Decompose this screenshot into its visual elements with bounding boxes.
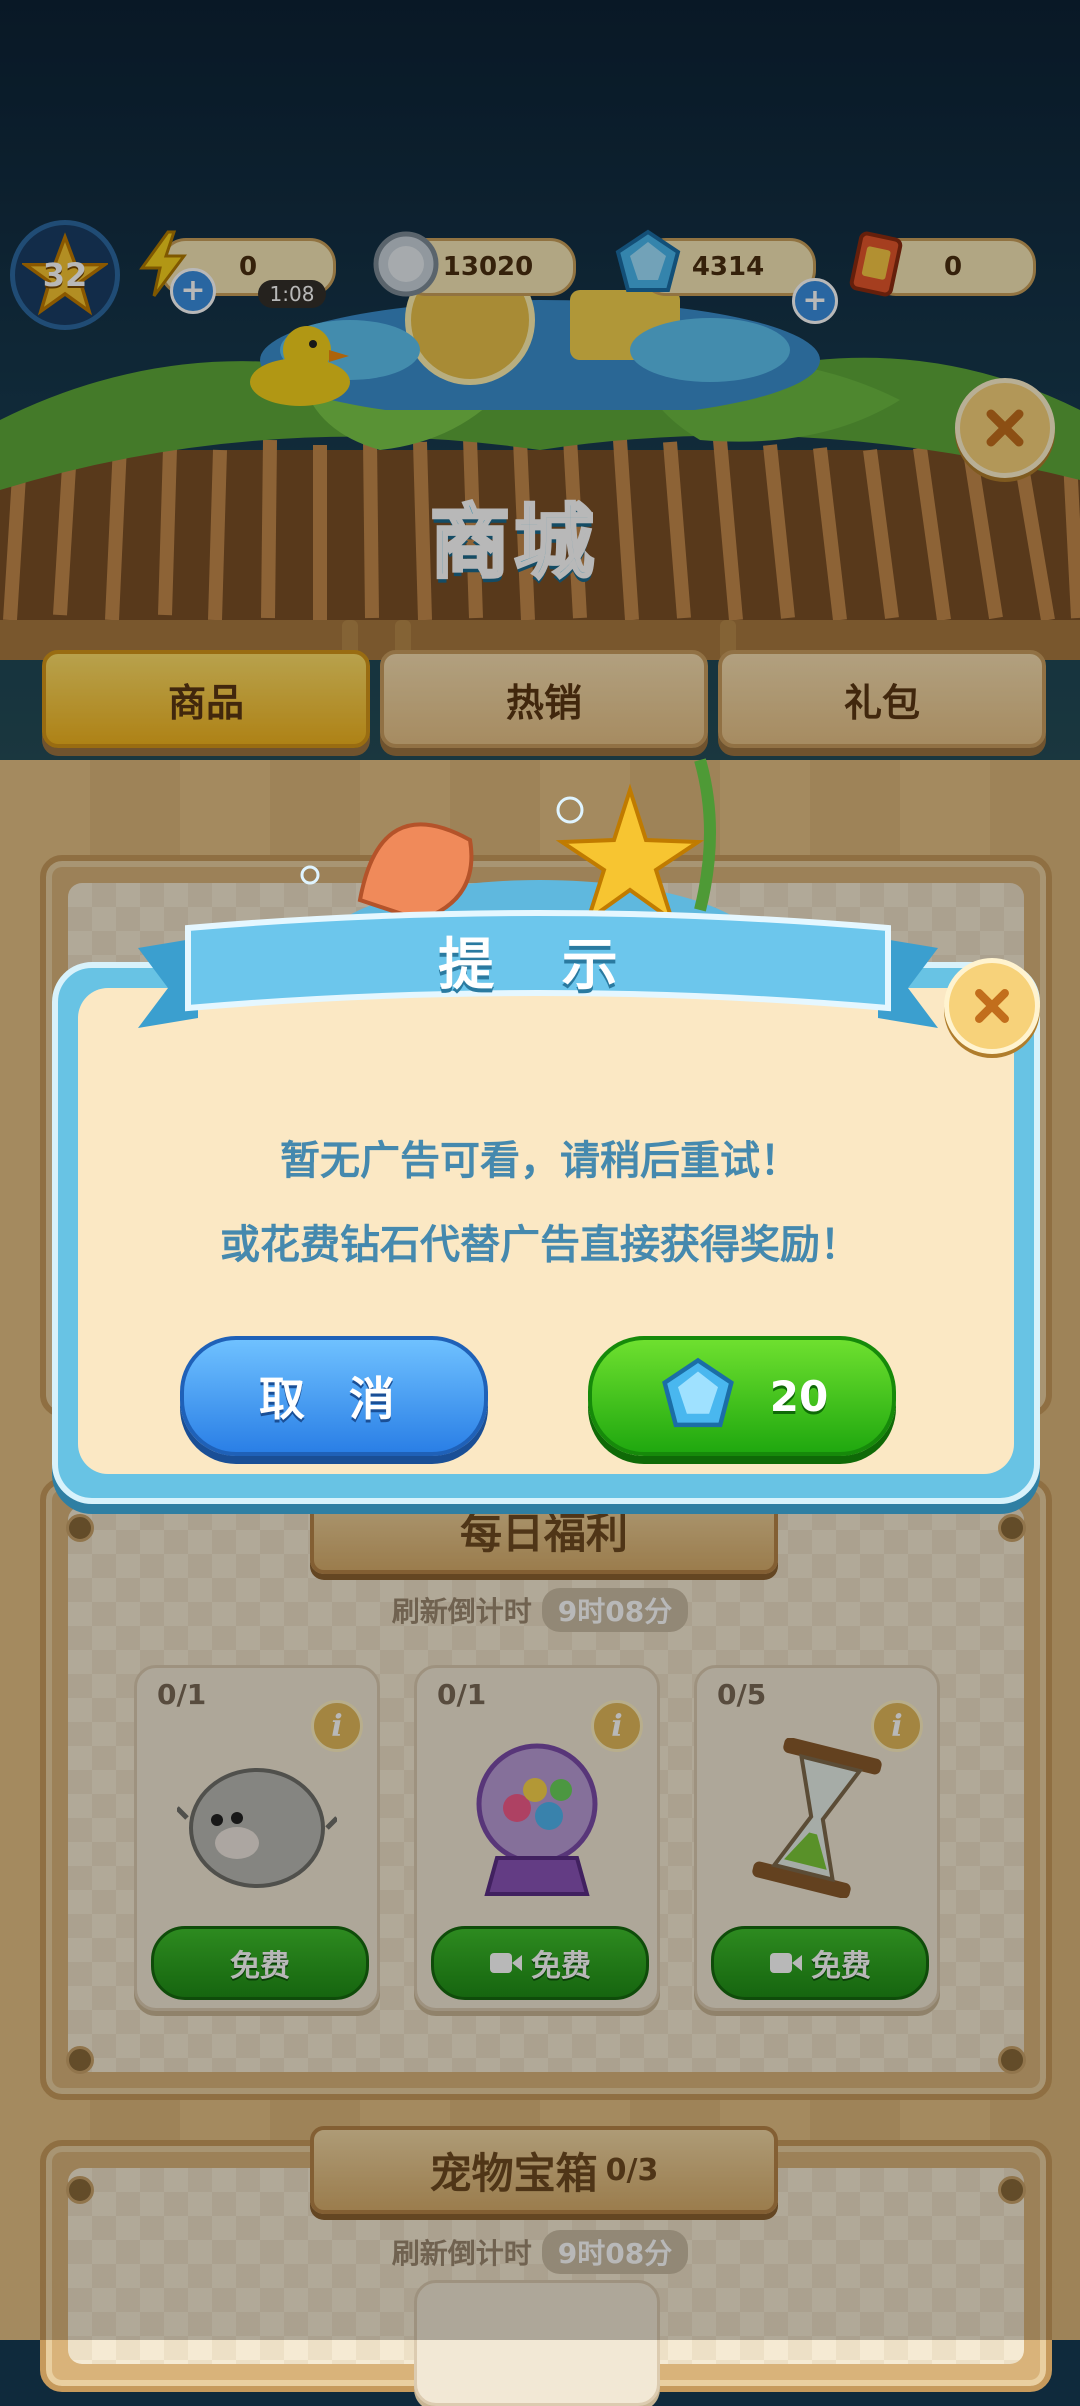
dialog-title: 提 示	[438, 933, 642, 998]
pay-diamonds-button[interactable]: 20	[588, 1336, 896, 1456]
dialog-close-button[interactable]	[944, 958, 1040, 1054]
dialog-message-line-1: 暂无广告可看，请稍后重试！	[280, 1138, 800, 1184]
close-icon	[975, 989, 1009, 1023]
cancel-button[interactable]: 取 消	[180, 1336, 488, 1456]
diamond-icon	[661, 1357, 734, 1428]
dialog-message-line-2: 或花费钻石代替广告直接获得奖励！	[220, 1222, 860, 1268]
diamond-cost-value: 20	[769, 1371, 829, 1421]
cancel-button-label: 取 消	[258, 1372, 409, 1426]
